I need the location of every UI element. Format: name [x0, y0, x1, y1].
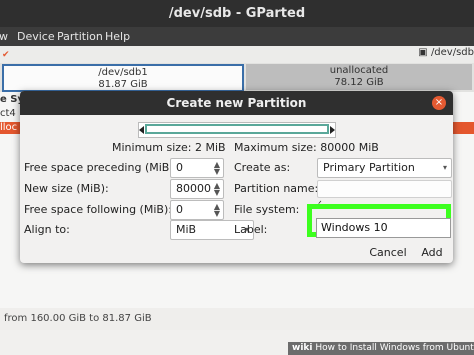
- chevron-down-icon: ▾: [442, 163, 447, 172]
- list-fragment: lloc: [0, 122, 18, 133]
- partition-size-fill[interactable]: [145, 124, 329, 134]
- watermark-banner: wiki How to Install Windows from Ubuntu: [288, 342, 474, 355]
- create-partition-dialog: Create new Partition × Minimum size: 2 M…: [20, 91, 453, 263]
- menu-partition[interactable]: Partition: [57, 27, 103, 46]
- close-button[interactable]: ×: [432, 96, 446, 110]
- size-slider[interactable]: [138, 122, 336, 138]
- file-system-label: File system:: [234, 203, 300, 216]
- partition-name: unallocated: [329, 65, 389, 76]
- free-following-label: Free space following (MiB):: [24, 203, 172, 216]
- combo-value: MiB: [176, 223, 197, 236]
- create-as-label: Create as:: [234, 161, 291, 174]
- combo-value: Primary Partition: [323, 161, 415, 174]
- device-selector-label: /dev/sdb: [430, 47, 474, 58]
- new-size-spinner[interactable]: 80000 ▲ ▼: [170, 179, 224, 199]
- watermark-prefix: wiki: [292, 343, 313, 353]
- partition-segment-unallocated[interactable]: unallocated 78.12 GiB: [246, 64, 472, 90]
- max-size-label: Maximum size: 80000 MiB: [234, 141, 379, 154]
- left-handle-icon[interactable]: [139, 126, 144, 134]
- new-size-label: New size (MiB):: [24, 182, 109, 195]
- spinner-value: 80000: [176, 182, 211, 195]
- create-as-combo[interactable]: Primary Partition ▾: [317, 158, 452, 178]
- min-size-label: Minimum size: 2 MiB: [112, 141, 226, 154]
- menu-device[interactable]: Device: [17, 27, 55, 46]
- status-text: from 160.00 GiB to 81.87 GiB: [4, 313, 152, 324]
- partition-size: 81.87 GiB: [98, 79, 148, 90]
- free-following-spinner[interactable]: 0 ▲ ▼: [170, 200, 224, 220]
- spinner-arrows-icon[interactable]: ▲ ▼: [214, 182, 220, 197]
- device-selector[interactable]: ▣ /dev/sdb: [418, 46, 474, 60]
- align-label: Align to:: [24, 223, 70, 236]
- label-field-label: Label:: [234, 223, 268, 236]
- toolbar: [0, 46, 474, 64]
- spinner-value: 0: [176, 161, 183, 174]
- cancel-button[interactable]: Cancel: [365, 243, 411, 263]
- spinner-arrows-icon[interactable]: ▲ ▼: [214, 203, 220, 218]
- partition-name-label: Partition name:: [234, 182, 319, 195]
- status-bar: from 160.00 GiB to 81.87 GiB: [0, 308, 474, 330]
- partition-name-input[interactable]: [317, 180, 452, 198]
- partition-segment-sdb1[interactable]: /dev/sdb1 81.87 GiB: [2, 64, 244, 92]
- menu-bar: w Device Partition Help: [0, 27, 474, 46]
- partition-size: 78.12 GiB: [334, 77, 384, 88]
- apply-icon[interactable]: ✔: [2, 50, 10, 60]
- label-input-value: Windows 10: [321, 221, 388, 234]
- label-input[interactable]: Windows 10: [316, 218, 451, 238]
- watermark-text: How to Install Windows from Ubuntu: [315, 343, 474, 353]
- dialog-title: Create new Partition: [166, 96, 307, 110]
- add-button[interactable]: Add: [415, 243, 449, 263]
- free-preceding-spinner[interactable]: 0 ▲ ▼: [170, 158, 224, 178]
- window-titlebar: /dev/sdb - GParted: [0, 0, 474, 27]
- right-handle-icon[interactable]: [330, 126, 335, 134]
- spinner-value: 0: [176, 203, 183, 216]
- partition-name: /dev/sdb1: [98, 67, 148, 78]
- free-preceding-label: Free space preceding (MiB):: [24, 161, 178, 174]
- menu-view[interactable]: w: [0, 27, 8, 46]
- dialog-titlebar: Create new Partition ×: [20, 91, 453, 115]
- drive-icon: ▣: [418, 47, 431, 58]
- spinner-arrows-icon[interactable]: ▲ ▼: [214, 161, 220, 176]
- list-fragment: ct4: [0, 108, 16, 119]
- menu-help[interactable]: Help: [105, 27, 130, 46]
- window-title: /dev/sdb - GParted: [168, 6, 306, 21]
